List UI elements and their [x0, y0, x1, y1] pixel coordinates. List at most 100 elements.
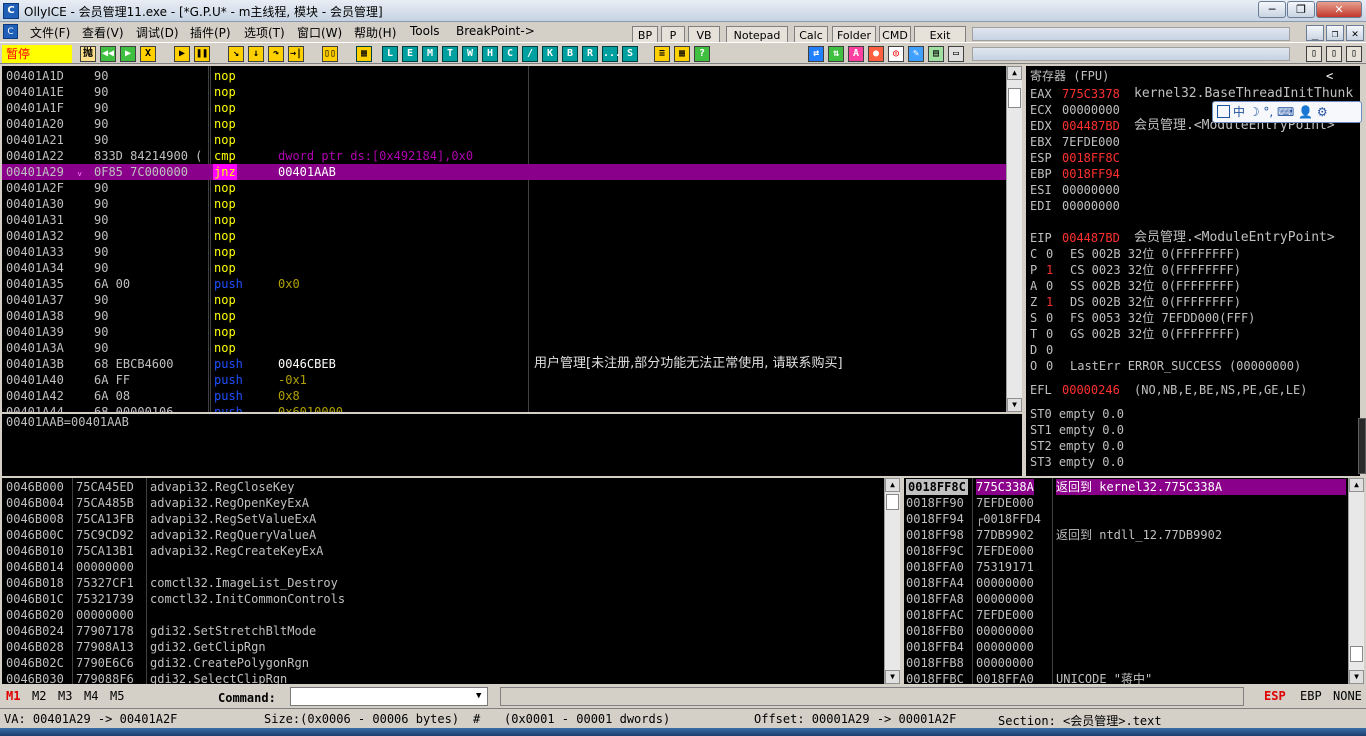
menu-plugins[interactable]: 插件(P) — [190, 24, 231, 41]
ebp-indicator[interactable]: EBP — [1300, 689, 1322, 703]
memory-window-button[interactable]: M — [422, 46, 438, 62]
calculator-icon[interactable]: ▤ — [928, 46, 944, 62]
flag-row[interactable]: Z 1 DS 002B 32位 0(FFFFFFFF) — [1030, 294, 1360, 310]
menu-options[interactable]: 选项(T) — [244, 24, 285, 41]
dump-row[interactable]: 0046B030 779088F6 gdi32.SelectClipRgn — [2, 671, 884, 684]
dump-row[interactable]: 0046B000 75CA45ED advapi32.RegCloseKey — [2, 479, 884, 495]
flag-row[interactable]: A 0 SS 002B 32位 0(FFFFFFFF) — [1030, 278, 1360, 294]
run-icon[interactable]: ▶ — [174, 46, 190, 62]
dump-row[interactable]: 0046B008 75CA13FB advapi32.RegSetValueExA — [2, 511, 884, 527]
menu-breakpoint[interactable]: BreakPoint-> — [456, 24, 535, 38]
sort-icon[interactable]: ⇅ — [828, 46, 844, 62]
flag-value[interactable]: 0 — [1046, 342, 1053, 358]
m2-tab[interactable]: M2 — [32, 689, 46, 703]
disasm-row[interactable]: 00401A42 6A 08 push 0x8 — [2, 388, 1006, 404]
dump-row[interactable]: 0046B024 77907178 gdi32.SetStretchBltMode — [2, 623, 884, 639]
execute-till-return-icon[interactable]: →| — [288, 46, 304, 62]
command-dropdown-icon[interactable]: ▼ — [476, 691, 481, 701]
disasm-row[interactable]: 00401A1D 90 nop — [2, 68, 1006, 84]
efl-value[interactable]: 00000246 — [1062, 382, 1120, 398]
window-icon[interactable]: ▭ — [948, 46, 964, 62]
edit-icon[interactable]: ✎ — [908, 46, 924, 62]
cpu-window-button[interactable]: C — [502, 46, 518, 62]
rewind-icon[interactable]: ◀◀ — [100, 46, 116, 62]
fpu-row[interactable]: ST0 empty 0.0 — [1030, 406, 1124, 422]
m3-tab[interactable]: M3 — [58, 689, 72, 703]
flag-row[interactable]: P 1 CS 0023 32位 0(FFFFFFFF) — [1030, 262, 1360, 278]
dump-scroll-down-icon[interactable]: ▼ — [885, 670, 900, 684]
dump-row[interactable]: 0046B014 00000000 — [2, 559, 884, 575]
register-row[interactable]: EBX 7EFDE000 — [1030, 134, 1360, 150]
dump-row[interactable]: 0046B00C 75C9CD92 advapi32.RegQueryValueA — [2, 527, 884, 543]
stack-row[interactable]: 0018FFA4 00000000 — [904, 575, 1348, 591]
register-row[interactable]: ESI 00000000 — [1030, 182, 1360, 198]
stack-row[interactable]: 0018FFA8 00000000 — [904, 591, 1348, 607]
flag-value[interactable]: 1 — [1046, 294, 1053, 310]
source-window-button[interactable]: S — [622, 46, 638, 62]
stack-scroll-thumb[interactable] — [1350, 646, 1363, 662]
trace-into-icon[interactable]: ↷ — [268, 46, 284, 62]
throw-icon[interactable]: 抛 — [80, 46, 96, 62]
system-menu-icon[interactable]: C — [3, 24, 18, 39]
handles-window-button[interactable]: H — [482, 46, 498, 62]
disasm-row[interactable]: 00401A33 90 nop — [2, 244, 1006, 260]
step-over-icon[interactable]: ↓ — [248, 46, 264, 62]
stack-scrollbar[interactable]: ▲ ▼ — [1348, 478, 1364, 684]
close-process-icon[interactable]: X — [140, 46, 156, 62]
maximize-button[interactable]: ❐ — [1287, 1, 1315, 18]
register-value[interactable]: 00000000 — [1062, 182, 1120, 198]
register-value[interactable]: 00000000 — [1062, 198, 1120, 214]
flag-row[interactable]: O 0 LastErr ERROR_SUCCESS (00000000) — [1030, 358, 1360, 374]
stack-pane[interactable]: 0018FF8C 775C338A 返回到 kernel32.775C338A 001… — [902, 478, 1348, 684]
register-row[interactable]: EIP 004487BD 会员管理.<ModuleEntryPoint> — [1030, 230, 1360, 246]
inner-minimize-button[interactable]: _ — [1306, 25, 1324, 41]
disasm-row[interactable]: 00401A21 90 nop — [2, 132, 1006, 148]
menu-tools[interactable]: Tools — [410, 24, 440, 38]
call-stack-button[interactable]: K — [542, 46, 558, 62]
restart-icon[interactable]: ▶ — [120, 46, 136, 62]
tile-left-icon[interactable]: ▯ — [1306, 46, 1322, 62]
inner-close-button[interactable]: ✕ — [1346, 25, 1364, 41]
run-trace-button[interactable]: ... — [602, 46, 621, 62]
menu-file[interactable]: 文件(F) — [30, 24, 70, 41]
efl-row[interactable]: EFL 00000246 (NO,NB,E,BE,NS,PE,GE,LE) — [1030, 382, 1360, 398]
registers-pane[interactable]: 寄存器 (FPU) < EAX 775C3378 kernel32.BaseThre… — [1024, 66, 1360, 476]
stack-row[interactable]: 0018FFA0 75319171 — [904, 559, 1348, 575]
disassembly-scrollbar[interactable]: ▲ ▼ — [1006, 66, 1022, 412]
dump-scroll-thumb[interactable] — [886, 494, 899, 510]
log-window-button[interactable]: L — [382, 46, 398, 62]
disasm-row[interactable]: 00401A34 90 nop — [2, 260, 1006, 276]
stack-row[interactable]: 0018FF98 77DB9902 返回到 ntdll_12.77DB9902 — [904, 527, 1348, 543]
command-input[interactable] — [290, 687, 488, 706]
dump-row[interactable]: 0046B028 77908A13 gdi32.GetClipRgn — [2, 639, 884, 655]
disasm-row[interactable]: 00401A31 90 nop — [2, 212, 1006, 228]
refresh-icon[interactable]: ⇄ — [808, 46, 824, 62]
inner-restore-button[interactable]: ❐ — [1326, 25, 1344, 41]
none-indicator[interactable]: NONE — [1333, 689, 1362, 703]
disasm-row[interactable]: 00401A22 833D 84214900 (cmp dword ptr ds:[… — [2, 148, 1006, 164]
stack-row[interactable]: 0018FF8C 775C338A 返回到 kernel32.775C338A — [904, 479, 1348, 495]
threads-window-button[interactable]: T — [442, 46, 458, 62]
dump-row[interactable]: 0046B020 00000000 — [2, 607, 884, 623]
pause-icon[interactable]: ❚❚ — [194, 46, 210, 62]
stack-scroll-down-icon[interactable]: ▼ — [1349, 670, 1364, 684]
disasm-row[interactable]: 00401A44 68 00000106 push 0x6010000 — [2, 404, 1006, 412]
fpu-row[interactable]: ST2 empty 0.0 — [1030, 438, 1124, 454]
close-button[interactable]: ✕ — [1316, 1, 1362, 18]
dump-pane[interactable]: 0046B000 75CA45ED advapi32.RegCloseKey 0046… — [2, 478, 884, 684]
disasm-row[interactable]: 00401A30 90 nop — [2, 196, 1006, 212]
ime-status[interactable]: 中 ☽ °, ⌨ 👤 ⚙ — [1233, 105, 1328, 119]
stack-scroll-up-icon[interactable]: ▲ — [1349, 478, 1364, 492]
flag-row[interactable]: S 0 FS 0053 32位 7EFDD000(FFF) — [1030, 310, 1360, 326]
register-value[interactable]: 7EFDE000 — [1062, 134, 1120, 150]
stack-row[interactable]: 0018FFBC 0018FFA0 UNICODE "蒋中" — [904, 671, 1348, 684]
patches-window-button[interactable]: / — [522, 46, 538, 62]
flag-value[interactable]: 1 — [1046, 262, 1053, 278]
goto-icon[interactable]: ▯▯ — [322, 46, 338, 62]
dump-scrollbar[interactable]: ▲ ▼ — [884, 478, 900, 684]
dump-row[interactable]: 0046B01C 75321739 comctl32.InitCommonContr… — [2, 591, 884, 607]
register-value[interactable]: 004487BD — [1062, 230, 1120, 246]
dump-row[interactable]: 0046B004 75CA485B advapi32.RegOpenKeyExA — [2, 495, 884, 511]
register-row[interactable]: EAX 775C3378 kernel32.BaseThreadInitThunk — [1030, 86, 1360, 102]
tile-mid-icon[interactable]: ▯ — [1326, 46, 1342, 62]
